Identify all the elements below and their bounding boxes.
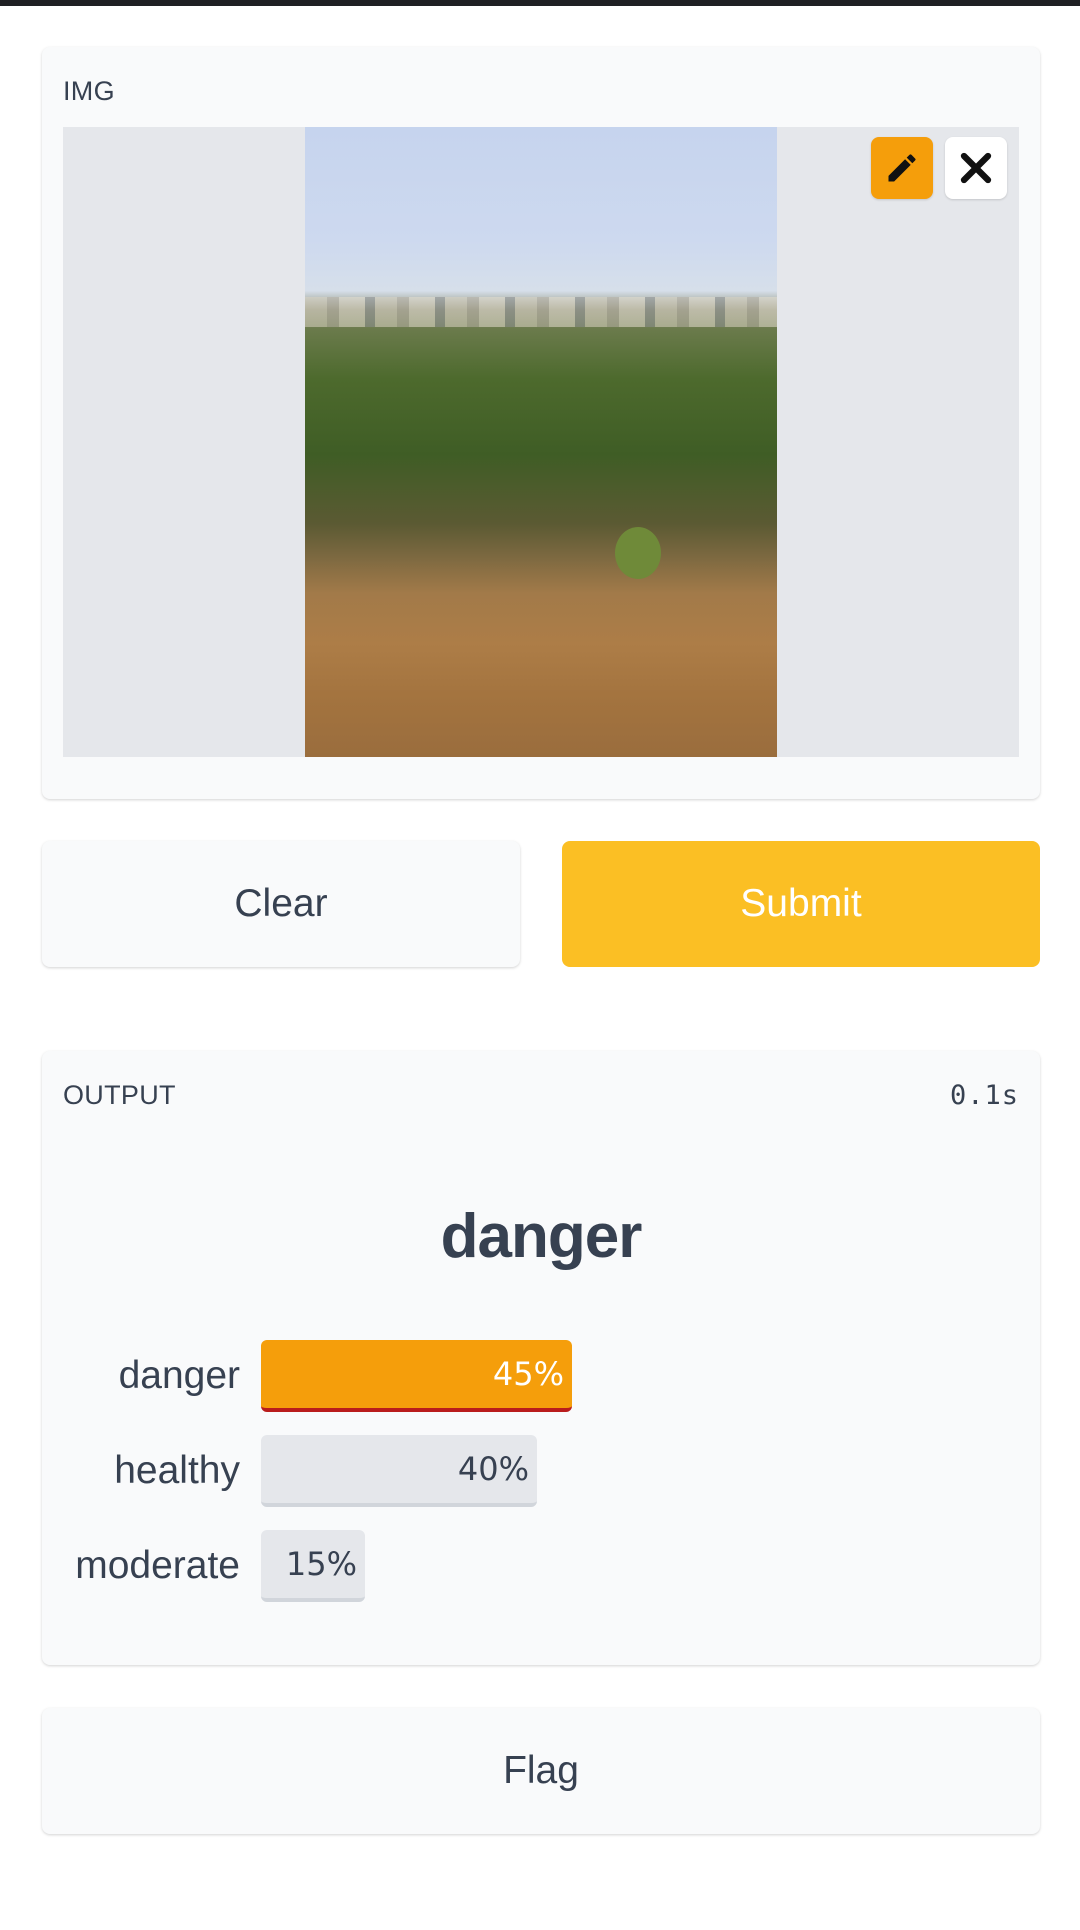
pencil-icon [888,154,916,182]
predicted-label: danger [440,1202,643,1271]
confidence-bar: 15% [261,1530,365,1602]
confidence-row: moderate 15% [42,1530,1040,1602]
image-input-label: IMG [63,76,115,106]
submit-button[interactable]: Submit [562,841,1040,967]
confidence-label: moderate [75,1544,240,1587]
image-preview-area[interactable] [63,127,1019,757]
image-tree [615,527,661,579]
output-label: OUTPUT [63,1080,176,1110]
flag-button[interactable]: Flag [42,1708,1040,1834]
confidence-bar: 45% [261,1340,572,1412]
confidence-percent: 40% [457,1450,529,1488]
close-icon [960,152,992,184]
confidence-label: danger [118,1354,240,1397]
edit-image-button[interactable] [871,137,933,199]
confidence-percent: 45% [492,1355,564,1393]
clear-button[interactable]: Clear [42,841,520,967]
confidence-row: healthy 40% [42,1435,1040,1507]
confidence-bar: 40% [261,1435,537,1507]
inference-timer: 0.1s [949,1080,1019,1111]
confidence-percent: 15% [285,1545,357,1583]
confidence-label: healthy [114,1449,240,1492]
output-panel: OUTPUT 0.1s danger danger 45% healthy 40… [42,1051,1040,1665]
uploaded-image [305,127,777,757]
remove-image-button[interactable] [945,137,1007,199]
top-bar [0,0,1080,6]
image-input-panel: IMG [42,47,1040,799]
confidence-row: danger 45% [42,1340,1040,1412]
image-buildings [305,297,777,327]
